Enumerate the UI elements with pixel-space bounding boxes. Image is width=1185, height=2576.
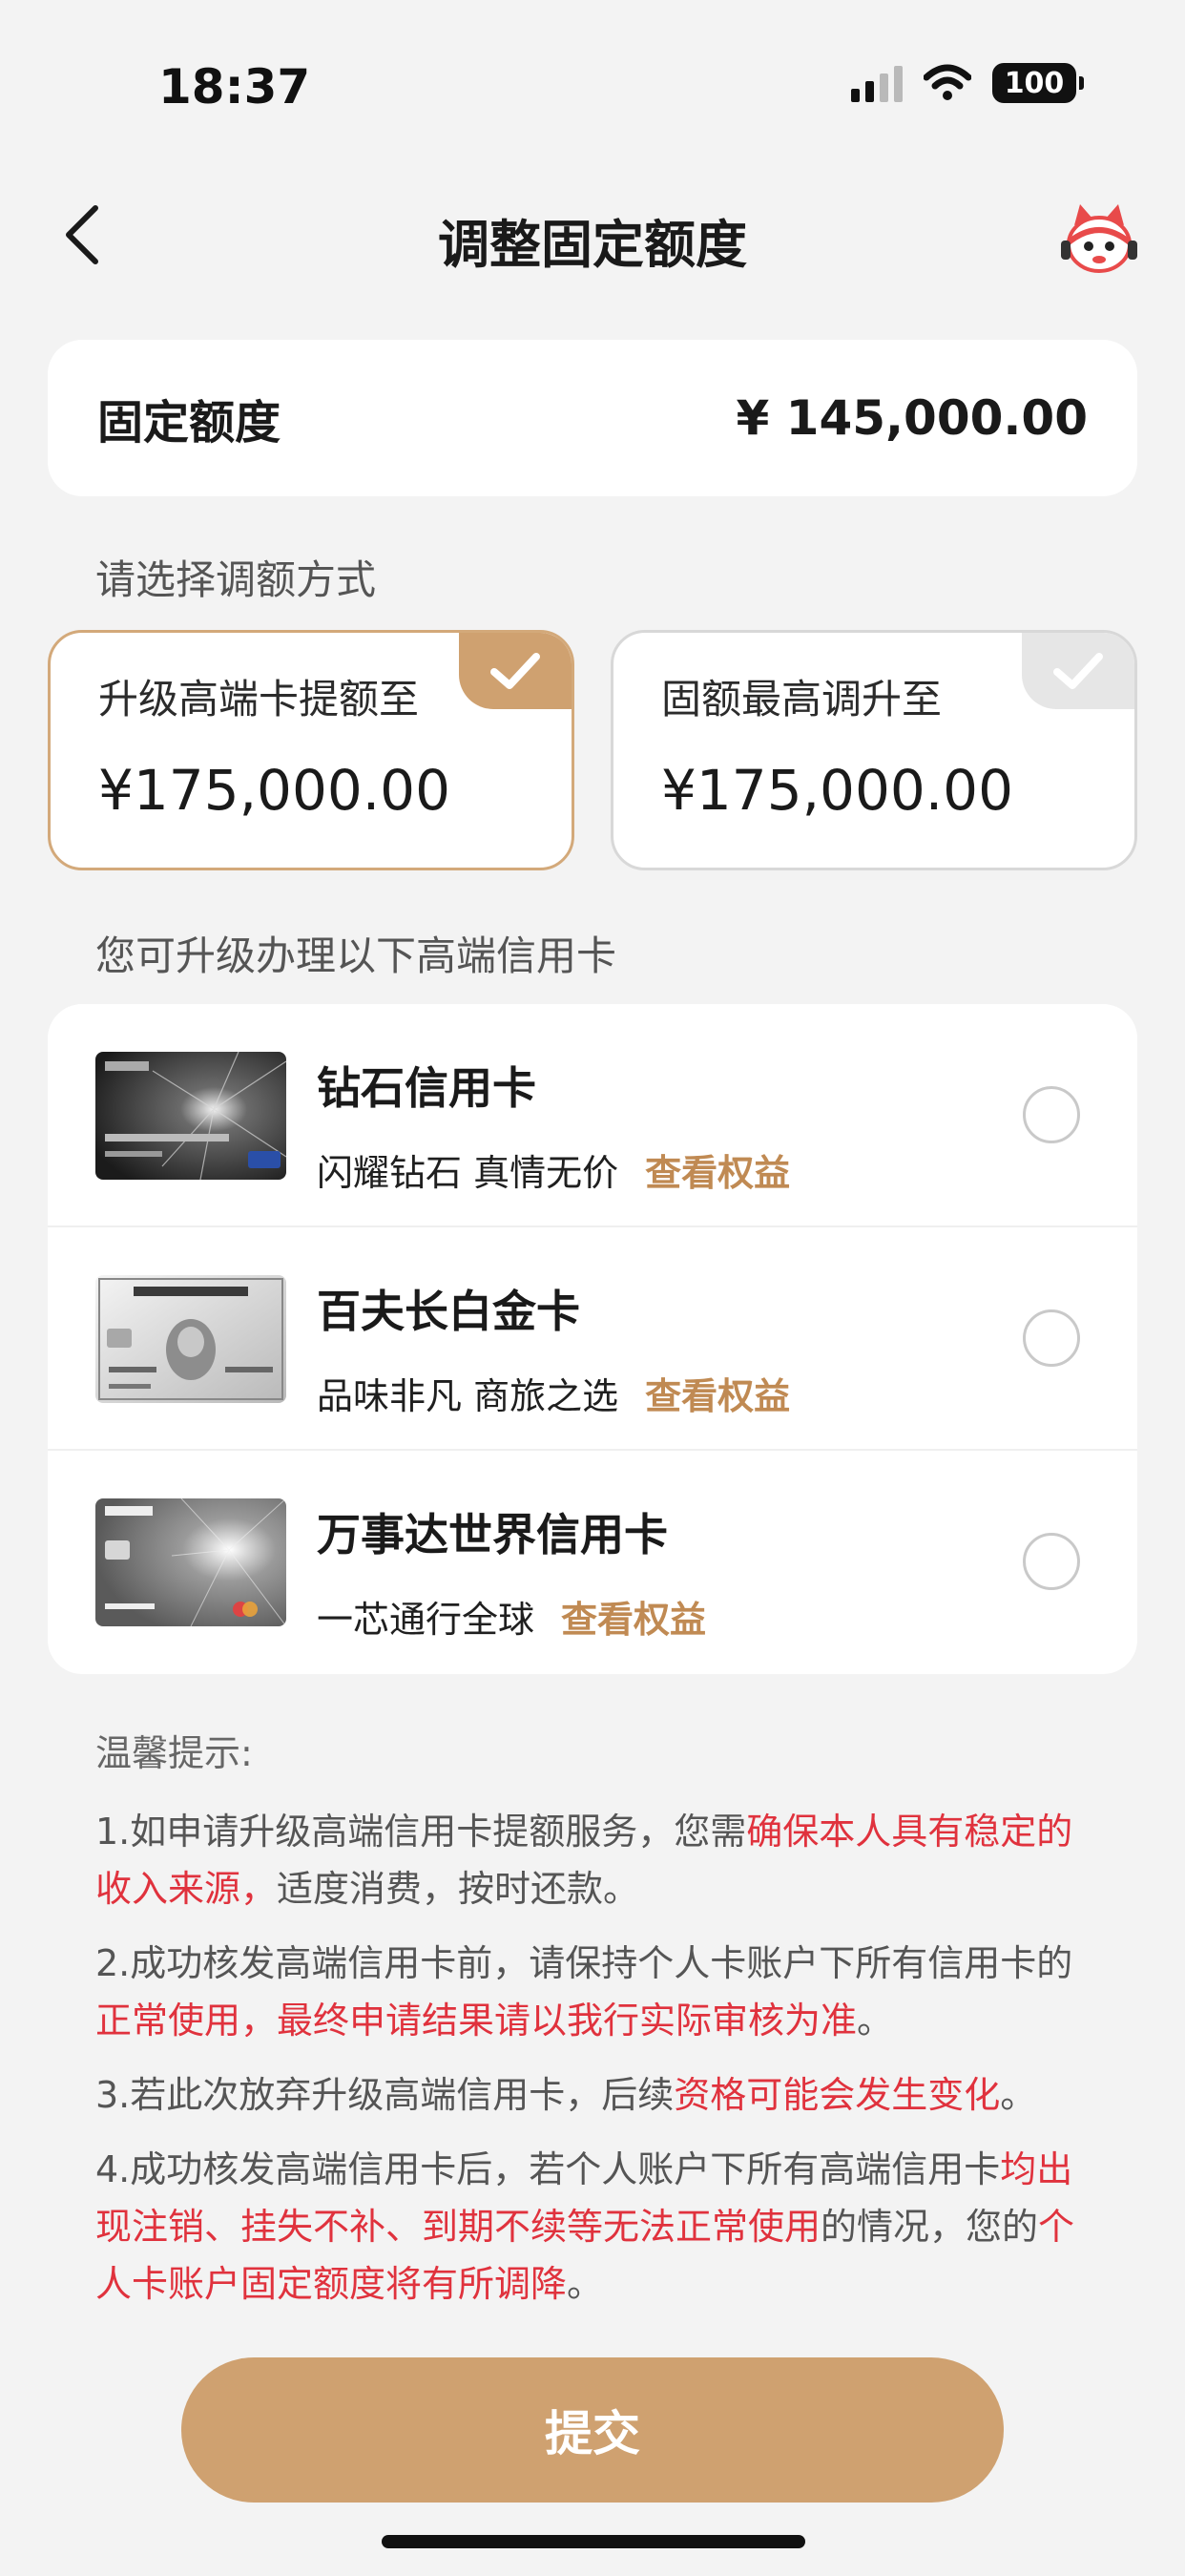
tip-text: 的情况，您的 <box>821 2206 1039 2248</box>
card-item-diamond[interactable]: 钻石信用卡 闪耀钻石 真情无价 查看权益 <box>48 1004 1137 1227</box>
signal-icon <box>851 64 903 102</box>
card-desc: 一芯通行全球 <box>317 1599 535 1641</box>
submit-button[interactable]: 提交 <box>181 2357 1004 2503</box>
tip-item: 4.成功核发高端信用卡后，若个人账户下所有高端信用卡均出现注销、挂失不补、到期不… <box>95 2141 1088 2313</box>
tip-text: 。 <box>1000 2074 1037 2116</box>
page-title: 调整固定额度 <box>438 215 747 275</box>
tip-item: 2.成功核发高端信用卡前，请保持个人卡账户下所有信用卡的正常使用，最终申请结果请… <box>95 1935 1088 2049</box>
card-item-centurion[interactable]: 百夫长白金卡 品味非凡 商旅之选 查看权益 <box>48 1227 1137 1451</box>
card-desc: 闪耀钻石 真情无价 <box>317 1152 619 1194</box>
card-radio[interactable] <box>1023 1533 1080 1590</box>
battery-icon: 100 <box>992 63 1084 103</box>
card-name: 百夫长白金卡 <box>317 1286 580 1337</box>
tip-text: 1.如申请升级高端信用卡提额服务，您需 <box>95 1811 747 1853</box>
wifi-icon <box>924 64 971 100</box>
status-icons: 100 <box>851 63 1084 103</box>
amex-platinum-card-art <box>95 1275 286 1403</box>
fixed-limit-value: ¥ 145,000.00 <box>736 390 1088 446</box>
tip-item: 1.如申请升级高端信用卡提额服务，您需确保本人具有稳定的收入来源，适度消费，按时… <box>95 1803 1088 1917</box>
status-time: 18:37 <box>158 59 311 115</box>
diamond-card-art <box>95 1052 286 1180</box>
tips-title: 温馨提示: <box>95 1732 253 1774</box>
tips-list: 1.如申请升级高端信用卡提额服务，您需确保本人具有稳定的收入来源，适度消费，按时… <box>95 1803 1088 2313</box>
card-desc-row: 一芯通行全球 查看权益 <box>317 1590 706 1643</box>
fixed-limit-label: 固定额度 <box>97 396 281 450</box>
page: 18:37 100 调整固定额度 固定额度 ¥ 145,000.00 请选择调额… <box>0 0 1185 2576</box>
card-desc-row: 闪耀钻石 真情无价 查看权益 <box>317 1143 790 1196</box>
tip-text: 。 <box>857 2000 894 2042</box>
tip-text: 4.成功核发高端信用卡后，若个人账户下所有高端信用卡 <box>95 2148 1001 2190</box>
check-icon <box>490 653 540 689</box>
premium-card-list: 钻石信用卡 闪耀钻石 真情无价 查看权益 百夫长白金卡 品味非凡 商旅之选 查看… <box>48 1004 1137 1674</box>
unselected-badge <box>1022 633 1134 709</box>
cards-section-title: 您可升级办理以下高端信用卡 <box>95 932 617 979</box>
tip-highlight: 资格可能会发生变化 <box>674 2074 1001 2116</box>
fixed-limit-card: 固定额度 ¥ 145,000.00 <box>48 340 1137 496</box>
option-amount: ¥175,000.00 <box>661 758 1013 823</box>
card-radio[interactable] <box>1023 1086 1080 1143</box>
selected-badge <box>459 633 572 709</box>
warm-tips: 温馨提示: 1.如申请升级高端信用卡提额服务，您需确保本人具有稳定的收入来源，适… <box>95 1724 1088 2330</box>
view-benefits-link[interactable]: 查看权益 <box>645 1143 790 1196</box>
mastercard-world-card-art <box>95 1498 286 1626</box>
card-desc-row: 品味非凡 商旅之选 查看权益 <box>317 1367 790 1419</box>
tip-item: 3.若此次放弃升级高端信用卡，后续资格可能会发生变化。 <box>95 2066 1088 2124</box>
card-name: 钻石信用卡 <box>317 1062 536 1114</box>
home-indicator <box>382 2535 805 2548</box>
mascot-service-icon[interactable] <box>1057 199 1141 279</box>
option-upgrade-card[interactable]: 升级高端卡提额至 ¥175,000.00 <box>48 630 574 870</box>
option-amount: ¥175,000.00 <box>98 758 450 823</box>
card-item-mastercard-world[interactable]: 万事达世界信用卡 一芯通行全球 查看权益 <box>48 1451 1137 1674</box>
view-benefits-link[interactable]: 查看权益 <box>561 1590 706 1643</box>
card-desc: 品味非凡 商旅之选 <box>317 1375 619 1417</box>
tip-highlight: 正常使用，最终申请结果请以我行实际审核为准 <box>95 2000 858 2042</box>
card-radio[interactable] <box>1023 1309 1080 1367</box>
view-benefits-link[interactable]: 查看权益 <box>645 1367 790 1419</box>
tip-text: 3.若此次放弃升级高端信用卡，后续 <box>95 2074 675 2116</box>
tip-text: 2.成功核发高端信用卡前，请保持个人卡账户下所有信用卡的 <box>95 1942 1073 1984</box>
adjust-method-title: 请选择调额方式 <box>95 556 377 603</box>
check-icon <box>1053 653 1103 689</box>
card-name: 万事达世界信用卡 <box>317 1509 668 1560</box>
tip-text: 。 <box>567 2263 604 2305</box>
tip-text: 适度消费，按时还款。 <box>277 1868 640 1910</box>
option-max-raise[interactable]: 固额最高调升至 ¥175,000.00 <box>611 630 1137 870</box>
